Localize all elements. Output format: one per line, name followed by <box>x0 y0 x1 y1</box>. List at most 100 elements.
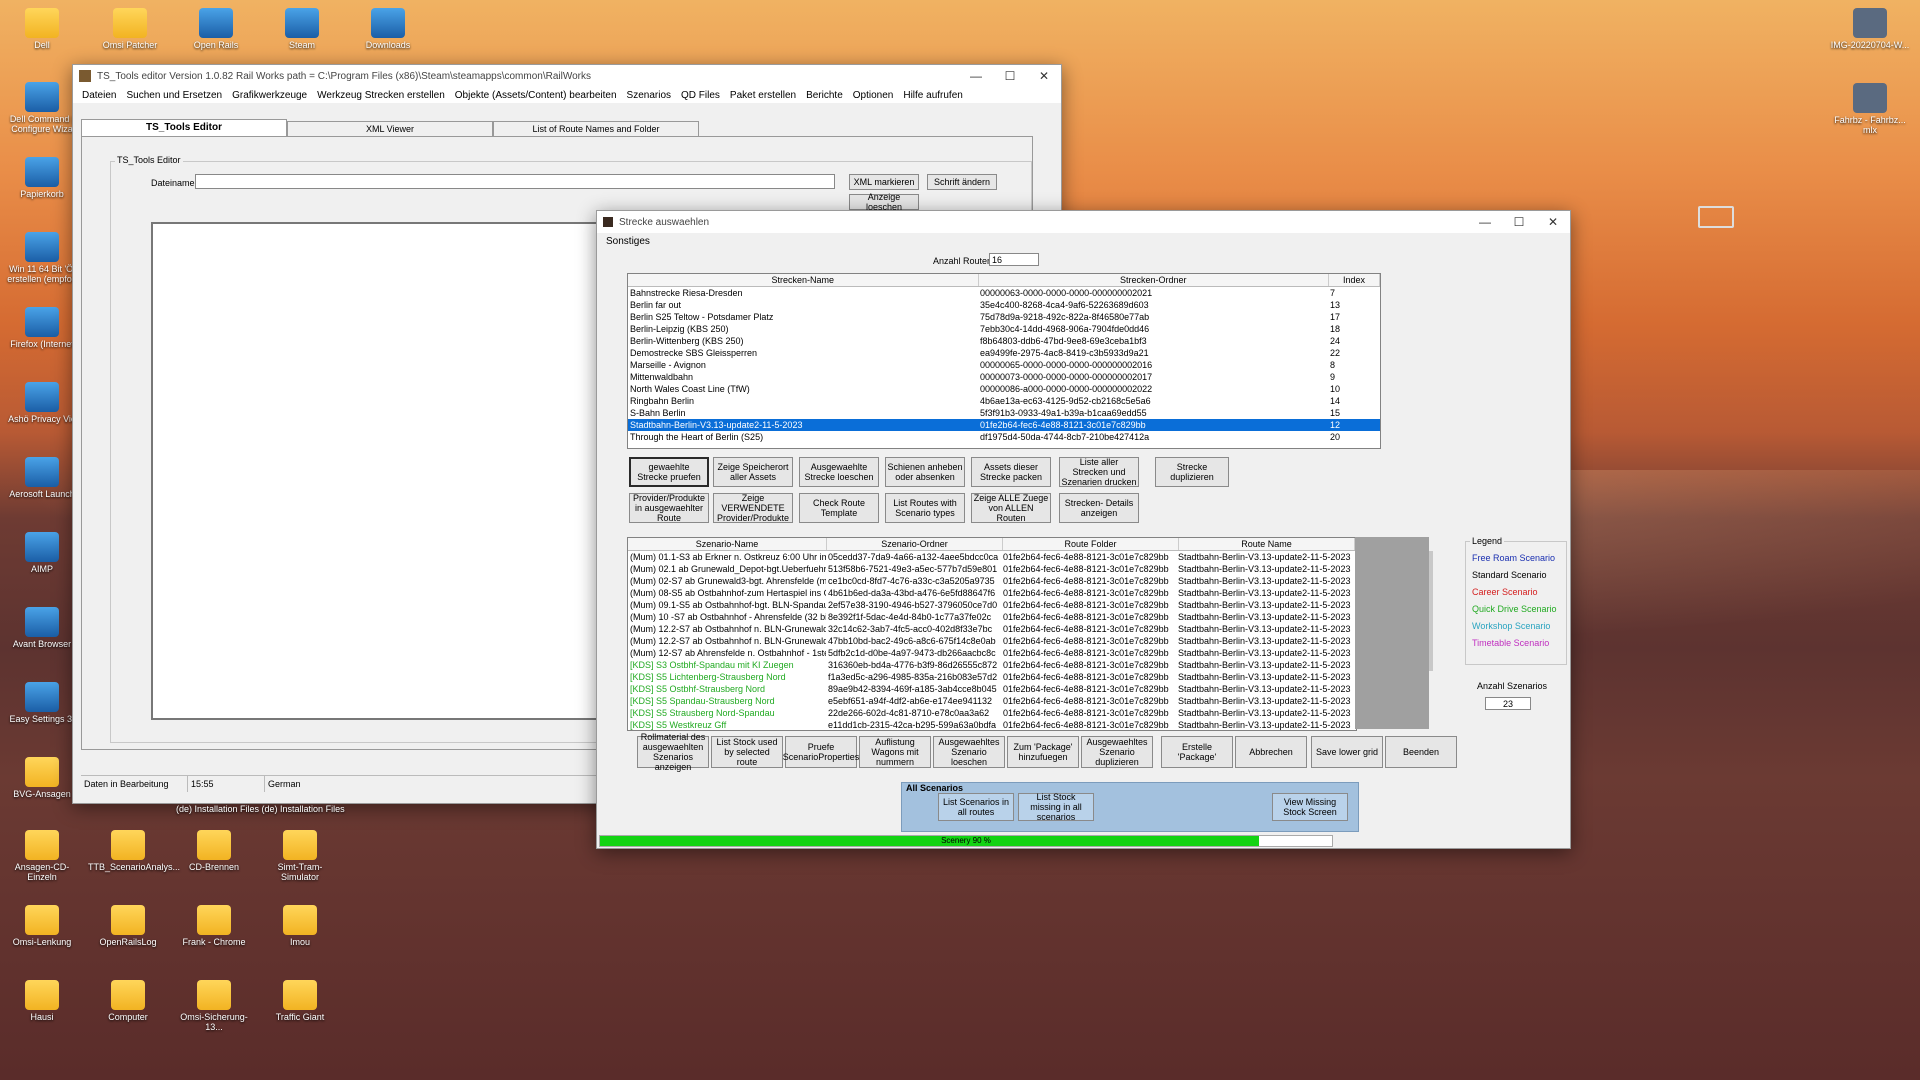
scenario-row[interactable]: (Mum) 02-S7 ab Grunewald3-bgt. Ahrensfel… <box>628 575 1356 587</box>
desktop-icon[interactable]: Ansagen-CD-Einzeln <box>2 830 82 882</box>
desktop-icon[interactable]: OpenRailsLog <box>88 905 168 947</box>
scenario-action-button[interactable]: Abbrechen <box>1235 736 1307 768</box>
scenario-action-button[interactable]: Pruefe ScenarioProperties <box>783 736 859 768</box>
desktop-icon[interactable]: Traffic Giant <box>260 980 340 1022</box>
desktop-icon[interactable]: Frank - Chrome <box>174 905 254 947</box>
desktop-icon[interactable]: Easy Settings 3! <box>2 682 82 724</box>
route-row[interactable]: Berlin-Leipzig (KBS 250) 7ebb30c4-14dd-49… <box>628 323 1380 335</box>
col-strecken-ordner[interactable]: Strecken-Ordner <box>979 274 1330 286</box>
menu-item[interactable]: Grafikwerkzeuge <box>227 90 312 101</box>
scenario-action-button[interactable]: Ausgewaehltes Szenario duplizieren <box>1081 736 1153 768</box>
desktop-icon[interactable]: Win 11 64 Bit 'Ö' erstellen (empfoh <box>2 232 82 284</box>
desktop-icon[interactable]: Papierkorb <box>2 157 82 199</box>
desktop-icon[interactable]: Omsi-Lenkung <box>2 905 82 947</box>
scenario-action-button[interactable]: Beenden <box>1385 736 1457 768</box>
scenario-row[interactable]: (Mum) 10 -S7 ab Ostbahnhof - Ahrensfelde… <box>628 611 1356 623</box>
desktop-icon[interactable]: Omsi-Sicherung-13... <box>174 980 254 1032</box>
col-route-folder[interactable]: Route Folder <box>1003 538 1179 550</box>
view-missing-stock-button[interactable]: View Missing Stock Screen <box>1272 793 1348 821</box>
menu-sonstiges[interactable]: Sonstiges <box>601 236 655 247</box>
col-strecken-name[interactable]: Strecken-Name <box>628 274 979 286</box>
col-index[interactable]: Index <box>1329 274 1380 286</box>
desktop-icon[interactable]: BVG-Ansagen <box>2 757 82 799</box>
strecke-titlebar[interactable]: Strecke auswaehlen — ☐ ✕ <box>597 211 1570 233</box>
schrift-aendern-button[interactable]: Schrift ändern <box>927 174 997 190</box>
menu-item[interactable]: Szenarios <box>622 90 676 101</box>
desktop-icon[interactable]: Avant Browser <box>2 607 82 649</box>
menu-item[interactable]: Werkzeug Strecken erstellen <box>312 90 450 101</box>
tab-route-names[interactable]: List of Route Names and Folder <box>493 121 699 137</box>
desktop-icon[interactable]: Downloads <box>348 8 428 50</box>
route-action-button[interactable]: Provider/Produkte in ausgewaehlter Route <box>629 493 709 523</box>
route-row[interactable]: Berlin far out 35e4c400-8268-4ca4-9af6-52… <box>628 299 1380 311</box>
route-action-button[interactable]: Ausgewaehlte Strecke loeschen <box>799 457 879 487</box>
desktop-icon[interactable]: Hausi <box>2 980 82 1022</box>
desktop-icon[interactable]: Omsi Patcher <box>90 8 170 50</box>
maximize-icon[interactable]: ☐ <box>993 69 1027 83</box>
route-action-button[interactable]: Zeige ALLE Zuege von ALLEN Routen <box>971 493 1051 523</box>
scenario-action-button[interactable]: Zum 'Package' hinzufuegen <box>1007 736 1079 768</box>
menu-item[interactable]: Dateien <box>77 90 121 101</box>
route-row[interactable]: S-Bahn Berlin 5f3f91b3-0933-49a1-b39a-b1c… <box>628 407 1380 419</box>
scenario-row[interactable]: (Mum) 08-S5 ab Ostbahnhof-zum Hertaspiel… <box>628 587 1356 599</box>
route-row[interactable]: Through the Heart of Berlin (S25) df1975d… <box>628 431 1380 443</box>
route-action-button[interactable]: Assets dieser Strecke packen <box>971 457 1051 487</box>
desktop-icon[interactable]: Steam <box>262 8 342 50</box>
route-action-button[interactable]: Strecken- Details anzeigen <box>1059 493 1139 523</box>
menu-item[interactable]: QD Files <box>676 90 725 101</box>
desktop-icon[interactable]: Simt-Tram-Simulator <box>260 830 340 882</box>
col-szenario-ordner[interactable]: Szenario-Ordner <box>827 538 1003 550</box>
route-row[interactable]: Ringbahn Berlin 4b6ae13a-ec63-4125-9d52-c… <box>628 395 1380 407</box>
close-icon[interactable]: ✕ <box>1536 215 1570 229</box>
route-row[interactable]: Marseille - Avignon 00000065-0000-0000-00… <box>628 359 1380 371</box>
route-table[interactable]: Strecken-Name Strecken-Ordner Index Bahn… <box>627 273 1381 449</box>
menu-item[interactable]: Berichte <box>801 90 848 101</box>
minimize-icon[interactable]: — <box>959 69 993 83</box>
desktop-icon[interactable]: AIMP <box>2 532 82 574</box>
scenario-action-button[interactable]: List Stock used by selected route <box>711 736 783 768</box>
scenario-action-button[interactable]: Save lower grid <box>1311 736 1383 768</box>
scenario-row[interactable]: [KDS] S3 Ostbhf-Spandau mit KI Zuegen 316… <box>628 659 1356 671</box>
scenario-row[interactable]: [KDS] S5 Westkreuz Gff e11dd1cb-2315-42ca… <box>628 719 1356 730</box>
menu-item[interactable]: Paket erstellen <box>725 90 801 101</box>
scenario-row[interactable]: (Mum) 02.1 ab Grunewald_Depot-bgt.Ueberf… <box>628 563 1356 575</box>
route-action-button[interactable]: Schienen anheben oder absenken <box>885 457 965 487</box>
route-action-button[interactable]: gewaehlte Strecke pruefen <box>629 457 709 487</box>
route-action-button[interactable]: Check Route Template <box>799 493 879 523</box>
desktop-icon[interactable]: Computer <box>88 980 168 1022</box>
route-row[interactable]: Bahnstrecke Riesa-Dresden 00000063-0000-0… <box>628 287 1380 299</box>
filename-input[interactable] <box>195 174 835 189</box>
scenario-action-button[interactable]: Erstelle 'Package' <box>1161 736 1233 768</box>
scenario-action-button[interactable]: Auflistung Wagons mit nummern <box>859 736 931 768</box>
route-action-button[interactable]: List Routes with Scenario types <box>885 493 965 523</box>
maximize-icon[interactable]: ☐ <box>1502 215 1536 229</box>
display-switch-icon[interactable] <box>1698 206 1734 228</box>
route-action-button[interactable]: Strecke duplizieren <box>1155 457 1229 487</box>
route-row[interactable]: Stadtbahn-Berlin-V3.13-update2-11-5-2023… <box>628 419 1380 431</box>
desktop-icon[interactable]: TTB_ScenarioAnalys... <box>88 830 180 872</box>
scenario-scrollbar[interactable] <box>1429 551 1433 671</box>
desktop-icon[interactable]: Open Rails <box>176 8 256 50</box>
desktop-icon[interactable]: CD-Brennen <box>174 830 254 872</box>
route-row[interactable]: North Wales Coast Line (TfW) 00000086-a00… <box>628 383 1380 395</box>
scenario-row[interactable]: [KDS] S5 Spandau-Strausberg Nord e5ebf651… <box>628 695 1356 707</box>
list-stock-missing-button[interactable]: List Stock missing in all scenarios <box>1018 792 1094 822</box>
desktop-icon[interactable]: Fahrbz - Fahrbz... mlx <box>1830 83 1910 135</box>
scenario-row[interactable]: [KDS] S5 Strausberg Nord-Spandau 22de266-… <box>628 707 1356 719</box>
tab-xml-viewer[interactable]: XML Viewer <box>287 121 493 137</box>
anzeige-loeschen-button[interactable]: Anzeige loeschen <box>849 192 919 212</box>
scenario-row[interactable]: [KDS] S5 Ostbhf-Strausberg Nord 89ae9b42-… <box>628 683 1356 695</box>
ts-editor-titlebar[interactable]: TS_Tools editor Version 1.0.82 Rail Work… <box>73 65 1061 87</box>
route-action-button[interactable]: Zeige Speicherort aller Assets <box>713 457 793 487</box>
route-action-button[interactable]: Liste aller Strecken und Szenarien druck… <box>1059 457 1139 487</box>
menu-item[interactable]: Suchen und Ersetzen <box>121 90 227 101</box>
desktop-icon[interactable]: IMG-20220704-W... <box>1830 8 1910 50</box>
scenario-row[interactable]: (Mum) 12-S7 ab Ahrensfelde n. Ostbahnhof… <box>628 647 1356 659</box>
scenario-row[interactable]: (Mum) 12.2-S7 ab Ostbahnhof n. BLN-Grune… <box>628 623 1356 635</box>
scenario-row[interactable]: (Mum) 01.1-S3 ab Erkner n. Ostkreuz 6:00… <box>628 551 1356 563</box>
route-row[interactable]: Mittenwaldbahn 00000073-0000-0000-0000-00… <box>628 371 1380 383</box>
minimize-icon[interactable]: — <box>1468 215 1502 229</box>
desktop-icon[interactable]: Firefox (Internet <box>2 307 82 349</box>
tab-ts-tools-editor[interactable]: TS_Tools Editor <box>81 119 287 136</box>
desktop-icon[interactable]: Ashö Privacy Vie <box>2 382 82 424</box>
